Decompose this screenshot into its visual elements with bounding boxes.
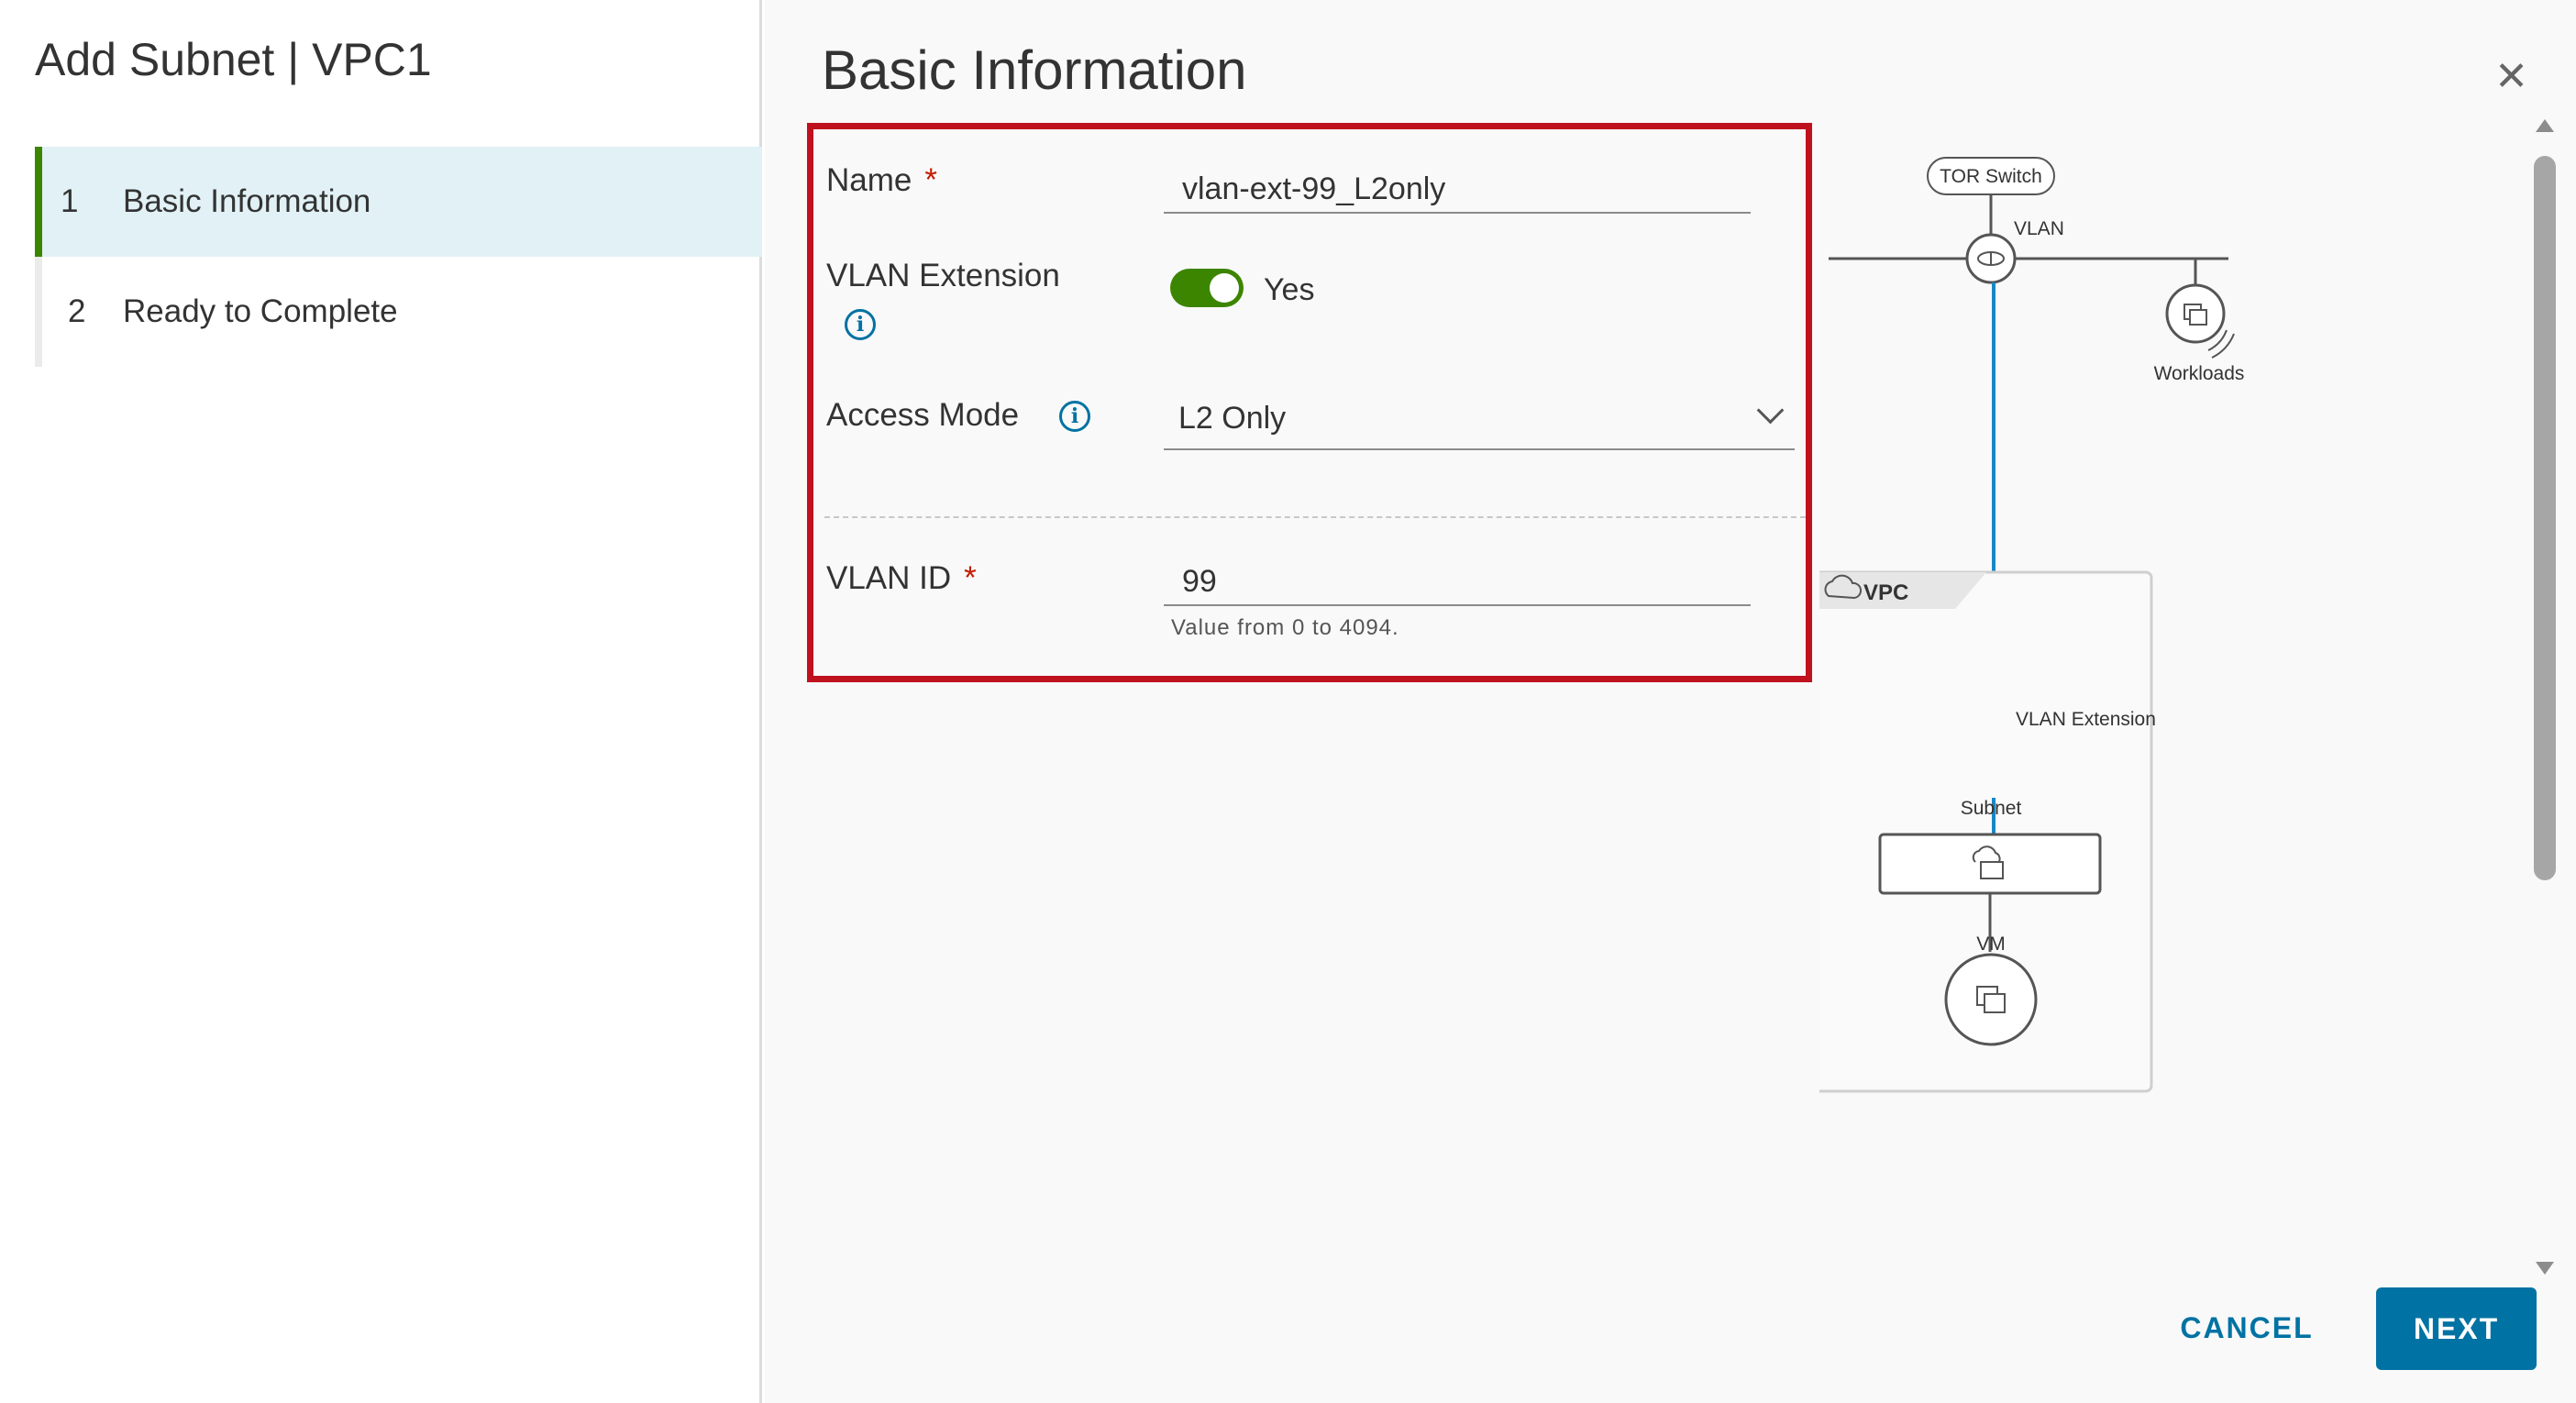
step-label: Ready to Complete: [123, 293, 398, 329]
access-mode-label: Access Mode: [826, 397, 1020, 433]
wizard-title: Add Subnet | VPC1: [35, 34, 432, 85]
subnet-label: Subnet: [1961, 798, 2022, 819]
divider: [824, 516, 1806, 518]
page-title: Basic Information: [822, 39, 1247, 101]
step-ready-to-complete[interactable]: 2 Ready to Complete: [35, 257, 762, 367]
required-mark: *: [964, 560, 977, 596]
scroll-up-icon[interactable]: [2536, 119, 2554, 132]
vlan-id-input[interactable]: [1164, 558, 1751, 606]
cancel-button[interactable]: CANCEL: [2146, 1287, 2348, 1369]
access-mode-select[interactable]: L2 Only: [1164, 395, 1795, 450]
step-label: Basic Information: [123, 183, 371, 219]
vlan-extension-diagram-label: VLAN Extension: [2016, 709, 2156, 730]
vlan-extension-label: VLAN Extension: [826, 258, 1060, 293]
vlan-extension-state: Yes: [1264, 272, 1315, 307]
next-button[interactable]: NEXT: [2376, 1287, 2537, 1370]
required-mark: *: [924, 162, 937, 198]
chevron-down-icon: [1756, 396, 1785, 425]
wizard-steps: 1 Basic Information 2 Ready to Complete: [35, 147, 762, 367]
scrollbar[interactable]: [2534, 119, 2556, 1275]
info-icon[interactable]: i: [845, 309, 876, 340]
step-number: 2: [68, 293, 86, 329]
name-label: Name *: [826, 162, 937, 199]
subnet-icon: [1980, 861, 2004, 879]
access-mode-value: L2 Only: [1178, 401, 1287, 436]
vlan-label: VLAN: [2014, 218, 2064, 239]
wizard-sidebar: Add Subnet | VPC1 1 Basic Information 2 …: [0, 0, 762, 1403]
info-icon[interactable]: i: [1059, 401, 1090, 432]
step-basic-information[interactable]: 1 Basic Information: [35, 147, 762, 257]
vm-label: VM: [1976, 933, 2006, 955]
step-number: 1: [61, 183, 79, 219]
vlan-extension-toggle[interactable]: [1170, 269, 1244, 307]
vlan-id-helper-text: Value from 0 to 4094.: [1171, 615, 1399, 640]
main-panel: Basic Information ✕ Name * VLAN Extension…: [765, 0, 2576, 1403]
form-highlight-box: Name * VLAN Extension i Yes Access Mode i…: [807, 123, 1812, 682]
tor-switch-label: TOR Switch: [1940, 166, 2042, 187]
vlan-id-label: VLAN ID *: [826, 560, 977, 597]
close-icon[interactable]: ✕: [2494, 57, 2528, 97]
vpc-label: VPC: [1863, 580, 1908, 605]
name-input[interactable]: [1164, 166, 1751, 214]
workloads-label: Workloads: [2154, 363, 2245, 384]
vlan-id-label-text: VLAN ID: [826, 560, 952, 596]
toggle-knob: [1210, 273, 1239, 303]
scrollbar-thumb[interactable]: [2534, 156, 2556, 880]
topology-diagram: TOR Switch VLAN Workloads VPC VLAN Exten…: [1819, 157, 2245, 1093]
name-label-text: Name: [826, 162, 912, 198]
scroll-down-icon[interactable]: [2536, 1262, 2554, 1275]
